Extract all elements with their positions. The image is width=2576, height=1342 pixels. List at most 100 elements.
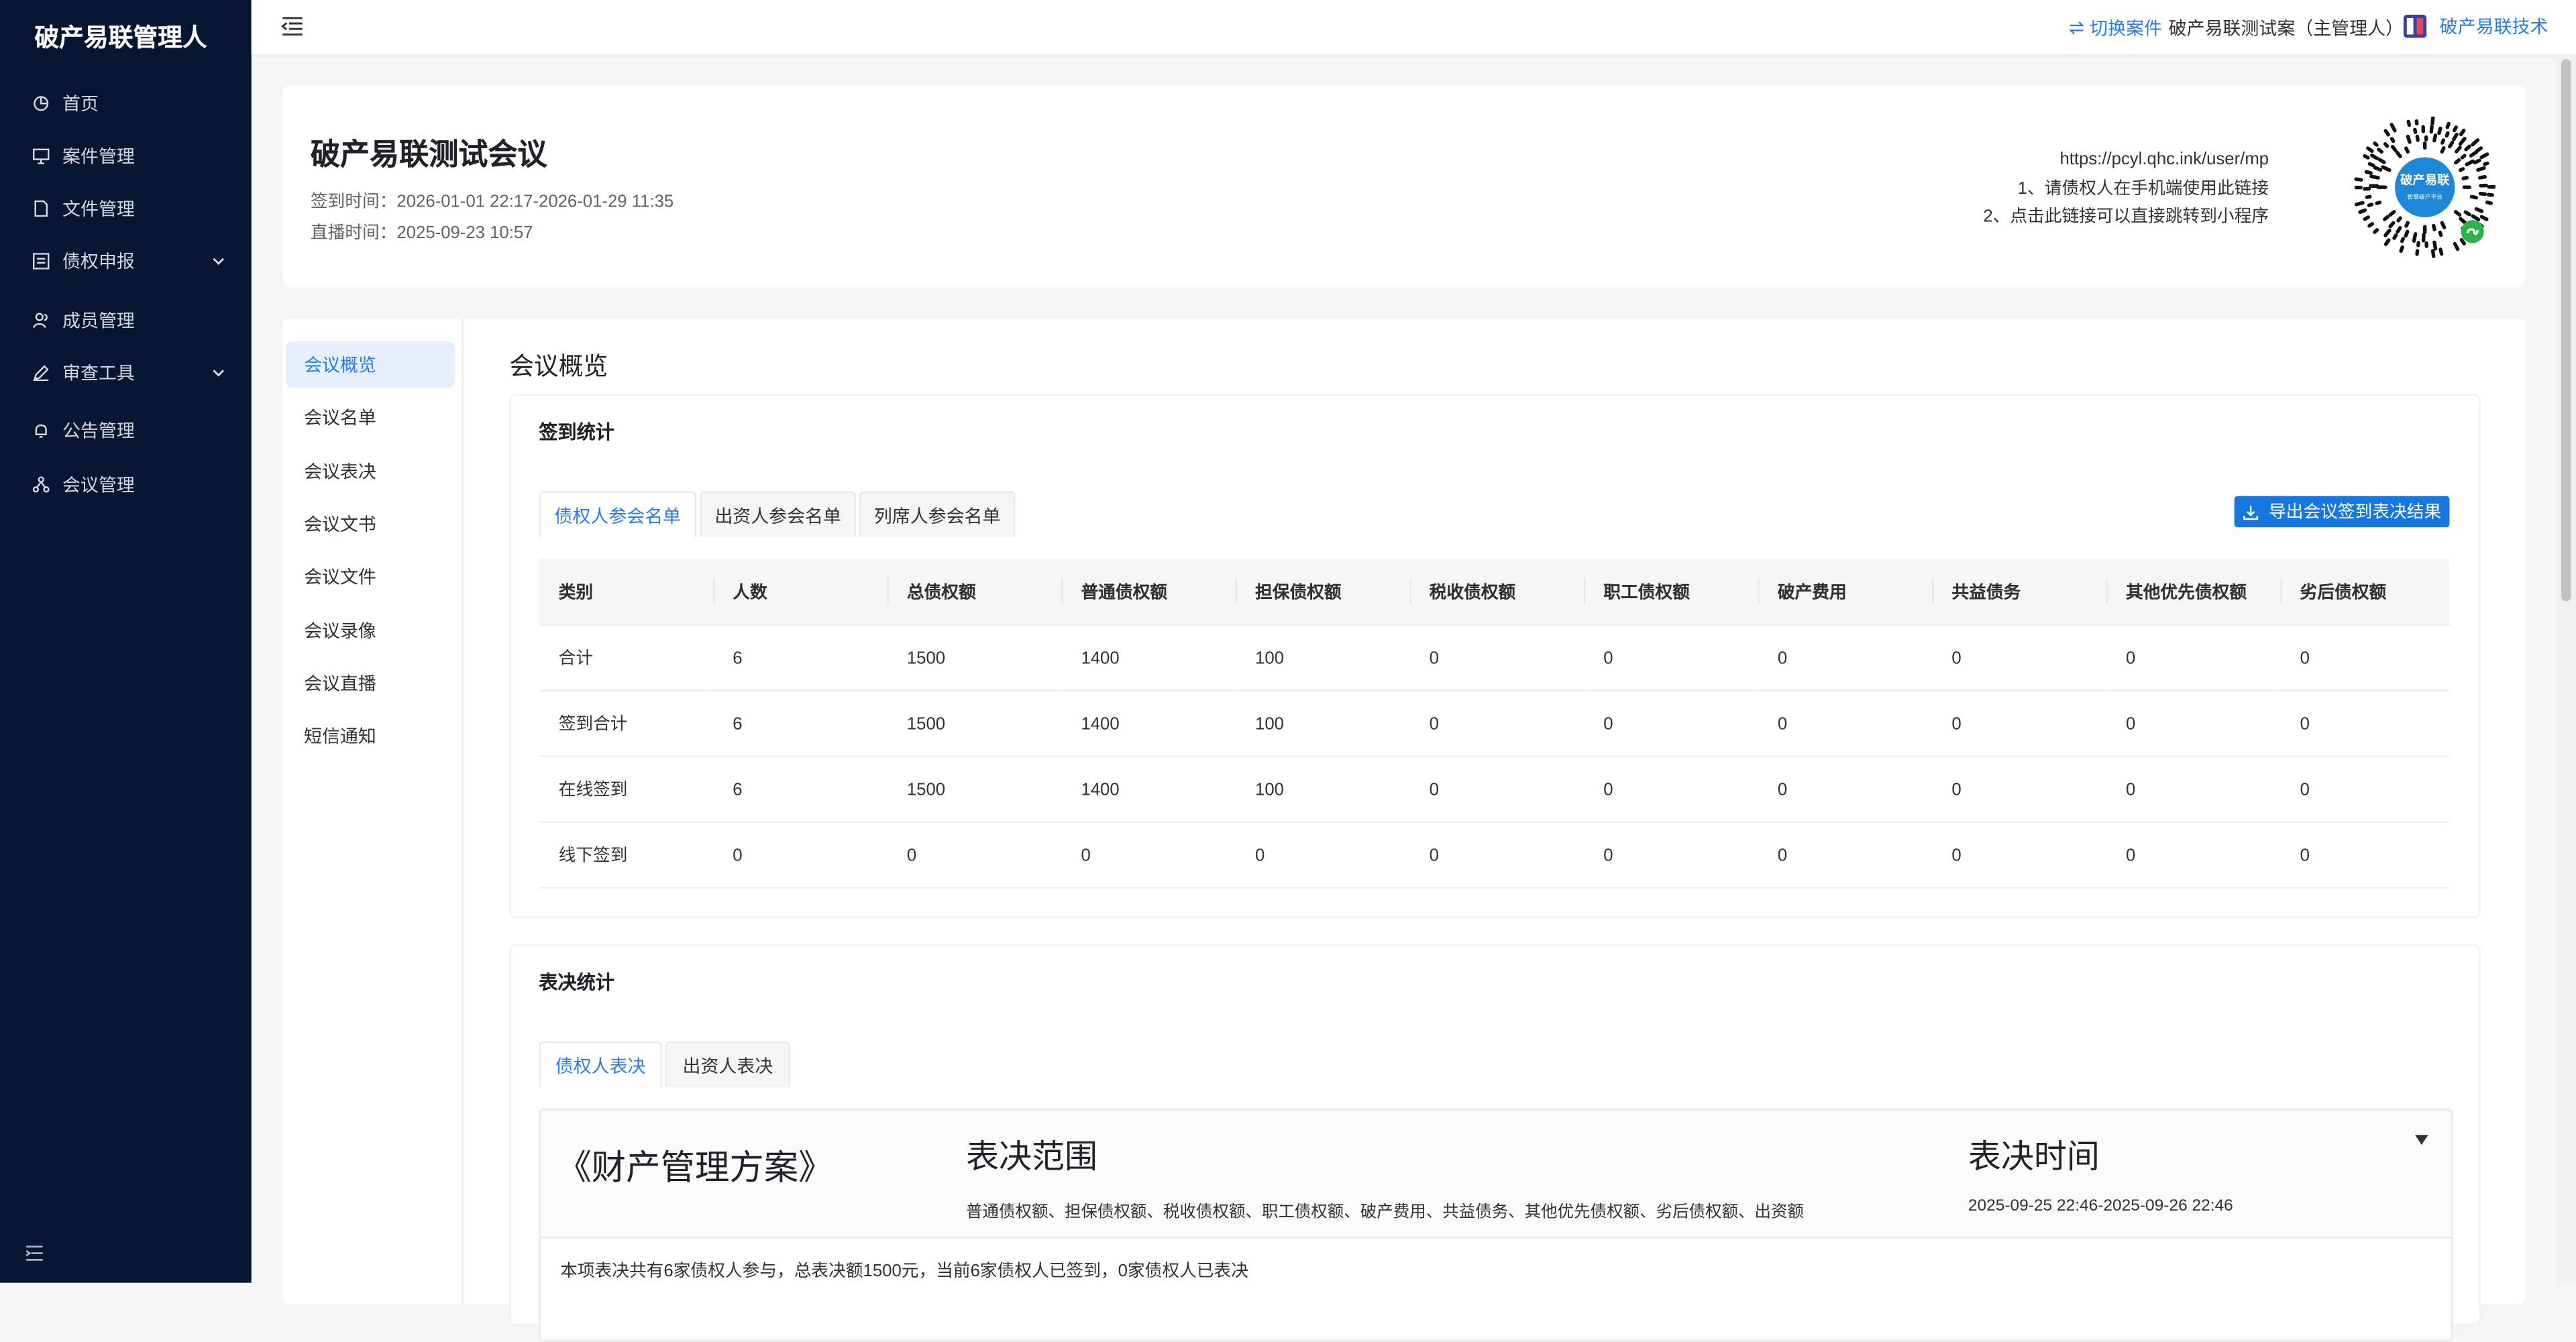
vote-summary: 本项表决共有6家债权人参与，总表决额1500元，当前6家债权人已签到，0家债权人…	[541, 1237, 2451, 1337]
brand-title: 破产易联管理人	[34, 19, 207, 54]
sidebar-item-meetings[interactable]: 会议管理	[0, 465, 252, 504]
column-header: 其他优先债权额	[2106, 559, 2281, 625]
sidebar-item-notices[interactable]: 公告管理	[0, 410, 252, 450]
org-logo-icon	[2404, 15, 2426, 38]
column-header: 破产费用	[1758, 559, 1932, 625]
file-icon	[33, 201, 49, 217]
column-header: 劣后债权额	[2280, 559, 2449, 625]
subnav-files[interactable]: 会议文件	[286, 553, 455, 600]
table-cell: 合计	[539, 625, 713, 691]
table-cell: 在线签到	[539, 757, 713, 822]
sidebar-item-label: 债权申报	[62, 248, 135, 274]
table-cell: 1400	[1061, 757, 1236, 822]
vote-summary-text: 本项表决共有6家债权人参与，总表决额1500元，当前6家债权人已签到，0家债权人…	[560, 1258, 1248, 1283]
table-cell: 1500	[887, 757, 1061, 822]
column-header: 职工债权额	[1584, 559, 1758, 625]
vote-time-value: 2025-09-25 22:46-2025-09-26 22:46	[1968, 1197, 2233, 1215]
subnav-voting[interactable]: 会议表决	[286, 449, 455, 495]
meeting-header-card: 破产易联测试会议 签到时间：2026-01-01 22:17-2026-01-2…	[282, 85, 2525, 287]
table-cell: 6	[713, 757, 888, 822]
table-cell: 线下签到	[539, 822, 713, 888]
subnav-overview[interactable]: 会议概览	[286, 341, 455, 388]
vote-time-heading: 表决时间	[1968, 1130, 2100, 1178]
download-icon	[2243, 504, 2259, 520]
table-cell: 1400	[1061, 625, 1236, 691]
bell-icon	[33, 422, 49, 438]
table-cell: 0	[2280, 757, 2449, 822]
swap-icon	[2068, 19, 2084, 36]
column-header: 人数	[713, 559, 888, 625]
topbar: 切换案件 破产易联测试案（主管理人） 破产易联技术	[252, 0, 2576, 54]
page-scrollbar-thumb[interactable]	[2561, 59, 2571, 601]
table-cell: 0	[1584, 691, 1758, 757]
column-header: 类别	[539, 559, 713, 625]
mini-program-url[interactable]: https://pcyl.qhc.ink/user/mp	[2059, 150, 2269, 169]
export-button-label: 导出会议签到表决结果	[2269, 499, 2441, 524]
table-cell: 0	[1236, 822, 1410, 888]
table-cell: 0	[1584, 625, 1758, 691]
subnav-live[interactable]: 会议直播	[286, 660, 455, 706]
column-header: 普通债权额	[1061, 559, 1236, 625]
table-cell: 0	[2106, 691, 2281, 757]
subnav-documents[interactable]: 会议文书	[286, 501, 455, 547]
vote-scope-heading: 表决范围	[966, 1130, 1097, 1178]
sidebar-item-label: 公告管理	[62, 417, 135, 443]
table-cell: 签到合计	[539, 691, 713, 757]
fold-menu-icon[interactable]	[281, 15, 304, 38]
export-results-button[interactable]: 导出会议签到表决结果	[2235, 496, 2450, 528]
caret-down-icon[interactable]	[2414, 1133, 2430, 1147]
switch-case-link[interactable]: 切换案件	[2068, 15, 2162, 41]
chevron-down-icon	[212, 255, 225, 268]
table-cell: 0	[2106, 822, 2281, 888]
table-cell: 0	[1758, 691, 1932, 757]
subnav-sms[interactable]: 短信通知	[286, 713, 455, 759]
table-cell: 0	[1061, 822, 1236, 888]
sidebar-item-home[interactable]: 首页	[0, 84, 252, 123]
mini-program-qr-code: 破产易联 智慧破产平台	[2354, 117, 2496, 258]
sidebar-item-label: 成员管理	[62, 307, 135, 333]
users-icon	[33, 312, 49, 328]
url-tip-2: 2、点击此链接可以直接跳转到小程序	[1983, 204, 2269, 229]
tab-investor-attendees[interactable]: 出资人参会名单	[700, 491, 856, 537]
table-row: 线下签到 0 0 0 0 0 0 0 0 0 0	[539, 822, 2449, 888]
table-cell: 0	[1409, 822, 1584, 888]
table-row: 在线签到 6 1500 1400 100 0 0 0 0 0 0	[539, 757, 2449, 822]
sidebar-item-files[interactable]: 文件管理	[0, 189, 252, 229]
table-cell: 100	[1236, 625, 1410, 691]
monitor-icon	[33, 148, 49, 164]
sidebar-item-cases[interactable]: 案件管理	[0, 136, 252, 176]
table-header-row: 类别 人数 总债权额 普通债权额 担保债权额 税收债权额 职工债权额 破产费用 …	[539, 559, 2449, 625]
form-icon	[33, 253, 49, 269]
qr-brand-text: 破产易联	[2400, 172, 2450, 187]
signin-stats-title: 签到统计	[539, 418, 614, 445]
collapse-menu-icon[interactable]	[23, 1241, 46, 1264]
org-link[interactable]: 破产易联技术	[2404, 13, 2548, 40]
table-cell: 0	[2280, 822, 2449, 888]
table-row: 合计 6 1500 1400 100 0 0 0 0 0 0	[539, 625, 2449, 691]
column-header: 总债权额	[887, 559, 1061, 625]
tab-creditor-attendees[interactable]: 债权人参会名单	[539, 491, 696, 537]
sidebar-item-claims[interactable]: 债权申报	[0, 241, 252, 281]
subnav-recordings[interactable]: 会议录像	[286, 608, 455, 654]
table-cell: 1500	[887, 691, 1061, 757]
subnav-attendee-list[interactable]: 会议名单	[286, 394, 455, 441]
table-cell: 1500	[887, 625, 1061, 691]
table-cell: 0	[1932, 822, 2106, 888]
tab-observer-attendees[interactable]: 列席人参会名单	[859, 491, 1016, 537]
sign-in-time: 签到时间：2026-01-01 22:17-2026-01-29 11:35	[311, 189, 674, 214]
table-cell: 0	[2106, 625, 2281, 691]
table-cell: 0	[1758, 757, 1932, 822]
sidebar-item-review-tools[interactable]: 审查工具	[0, 353, 252, 393]
pen-icon	[33, 365, 49, 381]
table-cell: 0	[1932, 625, 2106, 691]
tab-creditor-vote[interactable]: 债权人表决	[539, 1042, 662, 1088]
org-name: 破产易联技术	[2440, 13, 2548, 40]
table-cell: 100	[1236, 691, 1410, 757]
table-cell: 0	[2280, 625, 2449, 691]
tab-investor-vote[interactable]: 出资人表决	[665, 1042, 790, 1088]
table-cell: 6	[713, 625, 888, 691]
sidebar-item-members[interactable]: 成员管理	[0, 300, 252, 340]
table-cell: 0	[1758, 625, 1932, 691]
vote-stats-panel: 表决统计 债权人表决 出资人表决 《财产管理方案》 表决范围 普通债权额、担保债…	[509, 944, 2481, 1325]
sidebar-item-label: 会议管理	[62, 471, 135, 498]
